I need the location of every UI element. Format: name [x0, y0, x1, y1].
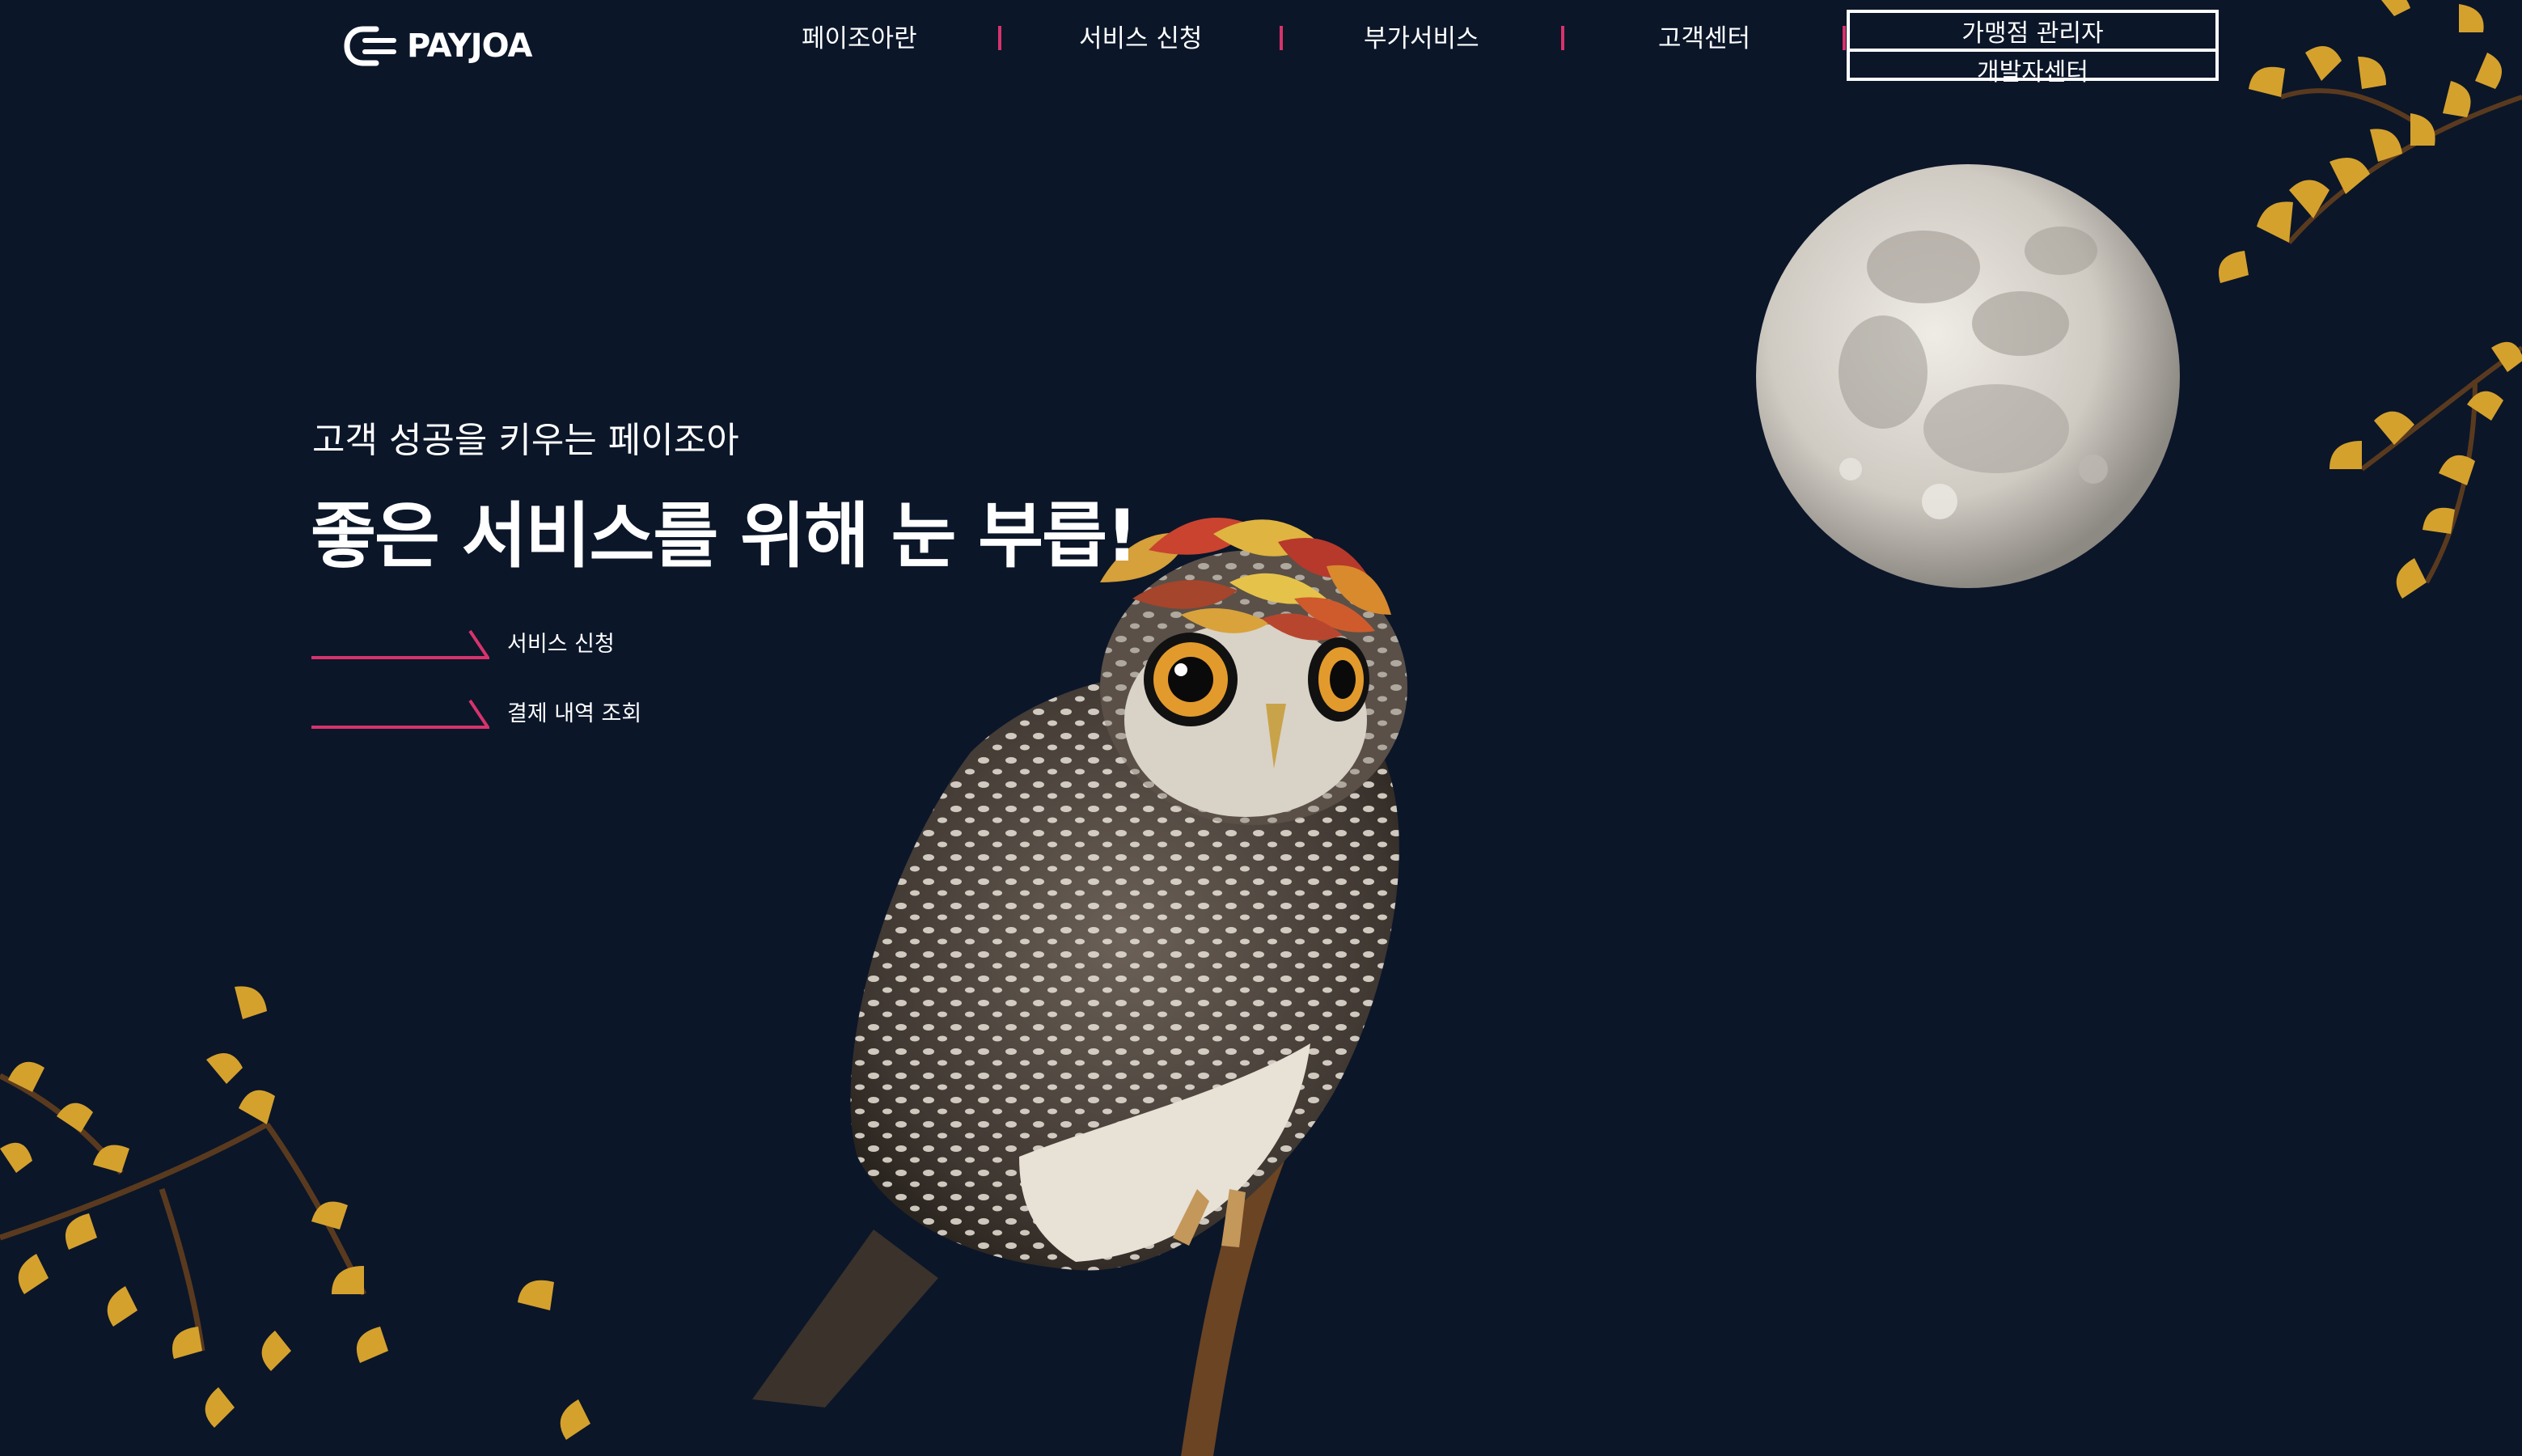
landing-page: PAYJOA 페이조아란 서비스 신청 부가서비스 고객센터 가맹점 관리자 개… [0, 0, 2522, 1456]
ginkgo-branch-image [0, 986, 590, 1440]
hero-title: 좋은 서비스를 위해 눈 부릅! [311, 494, 1138, 578]
payjoa-logo-icon [344, 26, 396, 66]
nav-item-additional-services[interactable]: 부가서비스 [1364, 18, 1479, 60]
nav-separator [1561, 26, 1564, 50]
nav-separator [998, 26, 1001, 50]
brand-name: PAYJOA [407, 28, 533, 65]
payjoa-logo[interactable]: PAYJOA [344, 24, 533, 68]
admin-links-box: 가맹점 관리자 개발자센터 [1847, 10, 2219, 87]
payment-history-cta-label: 결제 내역 조회 [507, 701, 642, 726]
nav-item-about[interactable]: 페이조아란 [802, 18, 917, 60]
arrow-line-icon [311, 629, 489, 659]
service-apply-cta[interactable]: 서비스 신청 [311, 624, 615, 660]
payment-history-cta[interactable]: 결제 내역 조회 [311, 694, 641, 730]
merchant-admin-link[interactable]: 가맹점 관리자 [1850, 13, 2215, 49]
owl-with-autumn-leaves-image [752, 518, 1407, 1456]
service-apply-cta-label: 서비스 신청 [507, 632, 615, 657]
nav-item-customer-center[interactable]: 고객센터 [1658, 18, 1750, 60]
hero-subtitle: 고객 성공을 키우는 페이조아 [312, 420, 739, 461]
nav-item-service-apply[interactable]: 서비스 신청 [1079, 18, 1202, 60]
developer-center-link[interactable]: 개발자센터 [1850, 49, 2215, 87]
arrow-line-icon [311, 699, 489, 729]
nav-separator [1843, 26, 1846, 50]
ginkgo-branch-image [2219, 0, 2522, 599]
nav-separator [1280, 26, 1283, 50]
